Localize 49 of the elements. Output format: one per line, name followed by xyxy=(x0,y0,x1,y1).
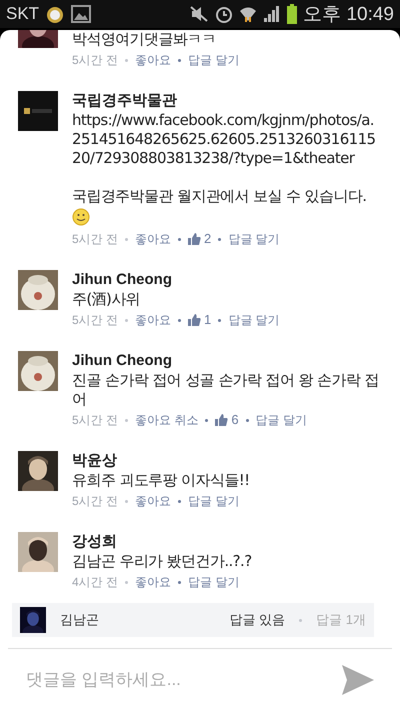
battery-icon xyxy=(287,4,298,24)
thumbs-up-icon xyxy=(188,314,202,326)
reply-link[interactable]: 답글 달기 xyxy=(228,228,280,250)
comment-time: 5시간 전 xyxy=(72,312,118,329)
reply-link[interactable]: 답글 달기 xyxy=(188,571,240,593)
author-name[interactable]: 국립경주박물관 xyxy=(72,91,382,111)
comment-text: 박석영여기댓글봐ㅋㅋ xyxy=(72,30,218,49)
comment-time: 5시간 전 xyxy=(72,231,118,248)
comment-time: 4시간 전 xyxy=(72,574,118,591)
alarm-icon xyxy=(215,5,234,23)
image-icon xyxy=(71,5,92,23)
comment-text: 주(酒)사위 xyxy=(72,290,142,309)
reply-status: 답글 있음 xyxy=(230,611,286,629)
reply-author: 김남곤 xyxy=(60,611,100,629)
reply-preview[interactable]: 김남곤 답글 있음 답글 1개 xyxy=(12,603,374,637)
reply-link[interactable]: 답글 달기 xyxy=(188,490,240,512)
like-link[interactable]: 좋아요 xyxy=(135,571,172,593)
comment-time: 5시간 전 xyxy=(72,493,118,510)
like-count: 1 xyxy=(204,311,212,329)
thumbs-up-icon xyxy=(215,414,228,426)
reply-link[interactable]: 답글 달기 xyxy=(228,309,280,331)
author-name[interactable]: 박윤상 xyxy=(72,451,382,471)
author-name[interactable]: Jihun Cheong xyxy=(72,270,382,290)
reply-link[interactable]: 답글 달기 xyxy=(256,409,307,431)
comment-text: 김남곤 우리가 봤던건가..?.? xyxy=(72,552,253,571)
send-icon[interactable] xyxy=(342,665,374,695)
like-link[interactable]: 좋아요 xyxy=(135,49,172,71)
author-name[interactable]: 강성희 xyxy=(72,532,382,552)
like-link[interactable]: 좋아요 xyxy=(135,490,172,512)
comment-text: 유희주 괴도루팡 이자식들!! xyxy=(72,471,251,490)
comment-time: 5시간 전 xyxy=(72,412,118,429)
author-name[interactable]: Jihun Cheong xyxy=(72,351,382,371)
wifi-icon xyxy=(239,5,258,23)
carrier-name: SKT xyxy=(6,4,40,24)
like-count: 6 xyxy=(231,411,239,429)
comment-time: 5시간 전 xyxy=(72,52,118,69)
like-link[interactable]: 좋아요 xyxy=(135,228,172,250)
signal-icon xyxy=(263,5,282,23)
like-link[interactable]: 좋아요 xyxy=(135,309,172,331)
comment-text: https://www.facebook.com/kgjnm/photos/a.251451648265625.62605.251326031611520/729308803813238/?type=1&theater 국립경주박물관 월지관에서 보실 수 있습니다. xyxy=(72,111,376,206)
thumbs-up-icon xyxy=(188,233,202,245)
like-count: 2 xyxy=(204,230,212,248)
reply-link[interactable]: 답글 달기 xyxy=(188,49,240,71)
comment-text: 진골 손가락 접어 성골 손가락 접어 왕 손가락 접어 xyxy=(72,371,380,409)
like-link[interactable]: 좋아요 취소 xyxy=(135,409,198,431)
mute-icon xyxy=(189,5,210,23)
comment-input-field[interactable]: 댓글을 입력하세요... xyxy=(26,670,332,690)
reply-count: 답글 1개 xyxy=(316,611,366,629)
clock-time: 오후 10:49 xyxy=(303,3,394,27)
